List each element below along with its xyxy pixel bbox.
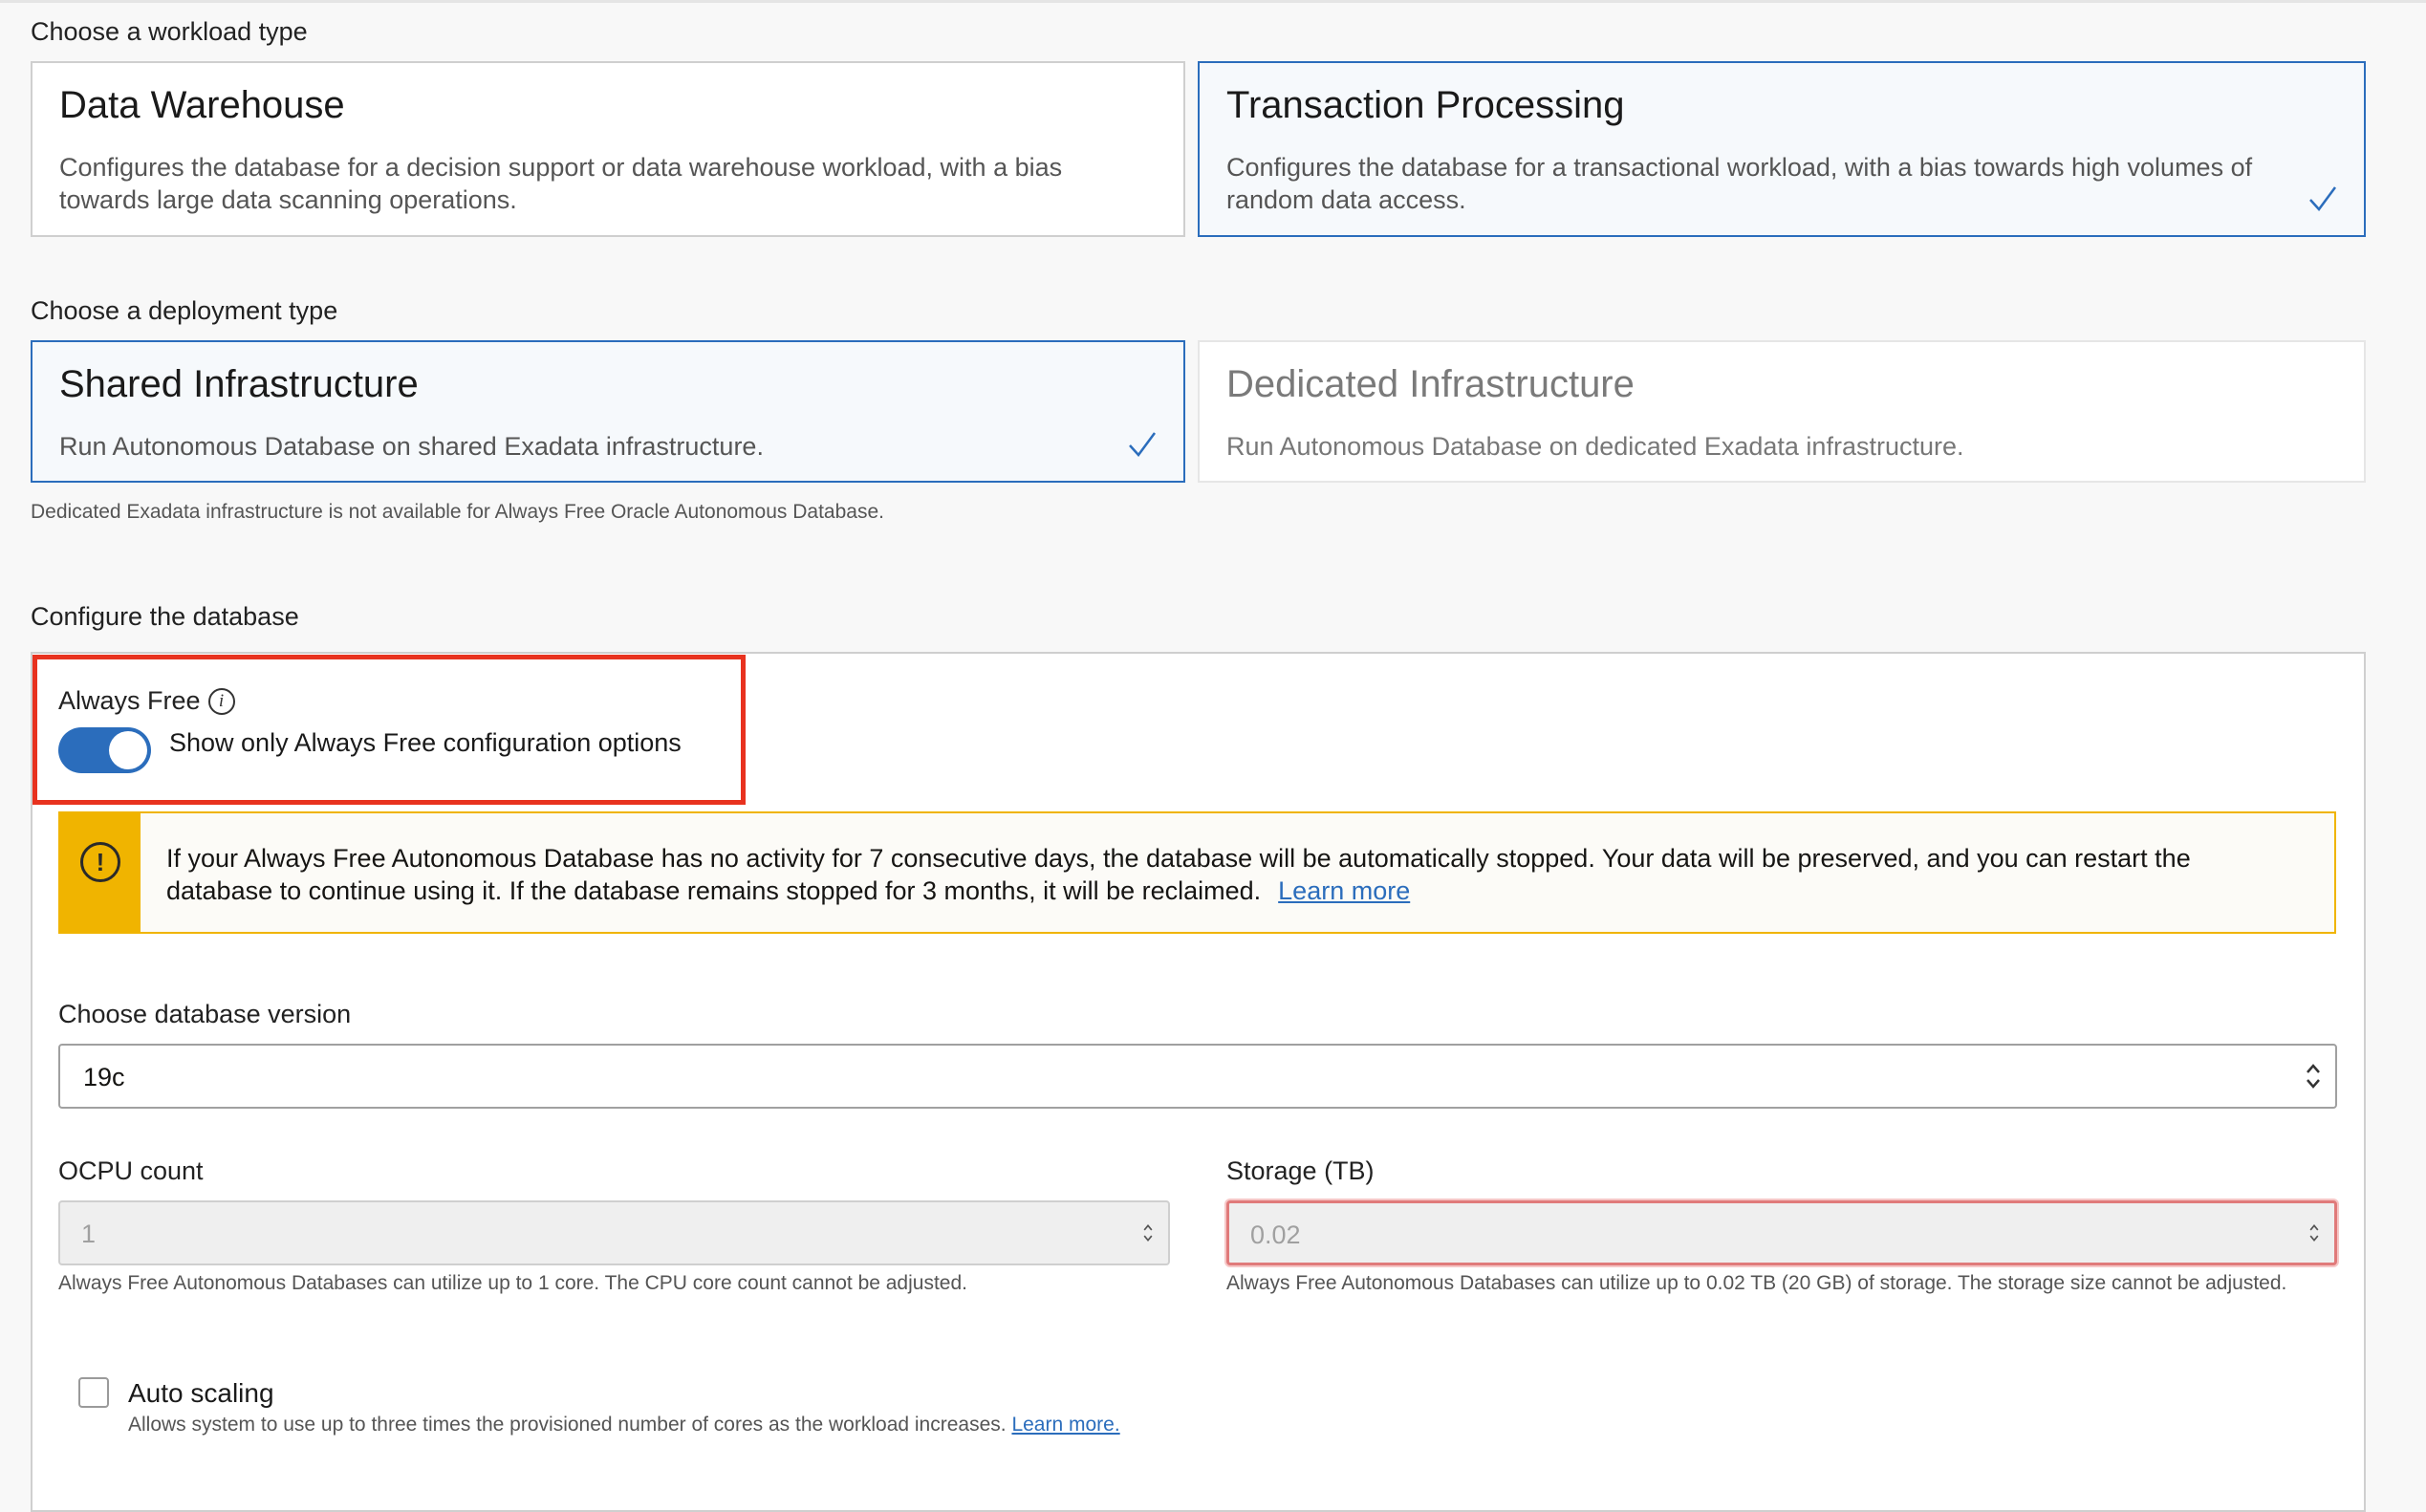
inactivity-warning-banner: ! If your Always Free Autonomous Databas… <box>58 811 2336 934</box>
always-free-toggle[interactable] <box>58 727 151 773</box>
option-description: Configures the database for a decision s… <box>59 153 1063 214</box>
deployment-section-label: Choose a deployment type <box>31 296 338 325</box>
auto-scaling-hint: Allows system to use up to three times t… <box>128 1414 1120 1436</box>
auto-scaling-label: Auto scaling <box>128 1378 274 1408</box>
option-title: Data Warehouse <box>59 84 345 126</box>
ocpu-hint: Always Free Autonomous Databases can uti… <box>58 1272 967 1294</box>
workload-option-data-warehouse[interactable]: Data Warehouse Configures the database f… <box>31 61 1185 237</box>
always-free-label: Always Free i <box>58 686 235 716</box>
option-title: Shared Infrastructure <box>59 363 419 405</box>
option-title: Transaction Processing <box>1226 84 1625 126</box>
workload-section-label: Choose a workload type <box>31 17 308 46</box>
db-version-select[interactable]: 19c <box>58 1044 2337 1109</box>
db-version-value: 19c <box>83 1063 125 1091</box>
storage-input: 0.02 <box>1226 1200 2337 1265</box>
exclamation-circle-icon: ! <box>80 842 120 882</box>
learn-more-link[interactable]: Learn more <box>1278 876 1410 905</box>
always-free-label-text: Always Free <box>58 686 201 715</box>
db-version-label: Choose database version <box>58 1000 352 1028</box>
option-title: Dedicated Infrastructure <box>1226 363 1635 405</box>
auto-scaling-checkbox[interactable] <box>78 1377 109 1408</box>
deployment-option-shared[interactable]: Shared Infrastructure Run Autonomous Dat… <box>31 340 1185 483</box>
top-divider <box>0 0 2426 3</box>
workload-option-transaction-processing[interactable]: Transaction Processing Configures the da… <box>1198 61 2366 237</box>
configure-section-label: Configure the database <box>31 602 299 631</box>
deployment-option-dedicated: Dedicated Infrastructure Run Autonomous … <box>1198 340 2366 483</box>
ocpu-label: OCPU count <box>58 1156 204 1185</box>
storage-value: 0.02 <box>1250 1220 1301 1249</box>
option-description: Configures the database for a transactio… <box>1226 153 2253 214</box>
storage-label: Storage (TB) <box>1226 1156 1375 1185</box>
option-description: Run Autonomous Database on dedicated Exa… <box>1226 432 1964 461</box>
warning-text: If your Always Free Autonomous Database … <box>166 842 2296 907</box>
storage-hint: Always Free Autonomous Databases can uti… <box>1226 1272 2287 1294</box>
toggle-knob <box>109 731 147 769</box>
ocpu-input: 1 <box>58 1200 1170 1265</box>
select-arrows-icon <box>2307 1064 2320 1089</box>
checkmark-icon <box>2309 186 2337 211</box>
warning-message: If your Always Free Autonomous Database … <box>166 844 2191 905</box>
auto-scaling-hint-text: Allows system to use up to three times t… <box>128 1414 1007 1436</box>
checkmark-icon <box>1129 432 1157 457</box>
stepper-icon <box>1143 1224 1153 1242</box>
option-description: Run Autonomous Database on shared Exadat… <box>59 432 764 461</box>
always-free-toggle-label: Show only Always Free configuration opti… <box>169 728 682 757</box>
auto-scaling-learn-more-link[interactable]: Learn more. <box>1011 1414 1119 1436</box>
dedicated-unavailable-note: Dedicated Exadata infrastructure is not … <box>31 501 884 523</box>
info-icon[interactable]: i <box>207 687 235 715</box>
stepper-icon <box>2309 1224 2319 1242</box>
ocpu-value: 1 <box>81 1220 97 1248</box>
